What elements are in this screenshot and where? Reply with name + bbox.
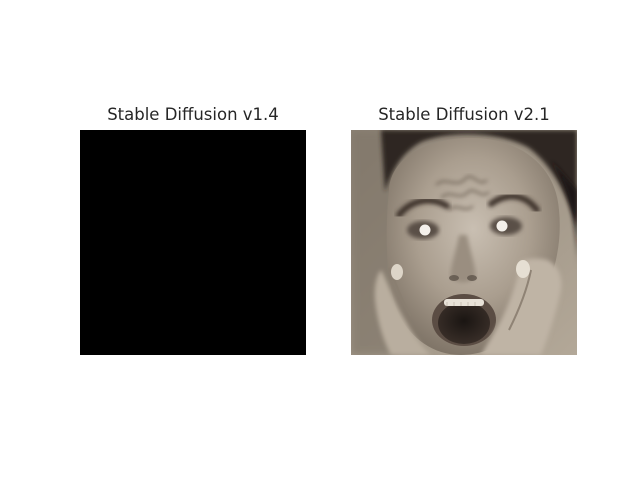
panel-sd-v2-1: Stable Diffusion v2.1 [351,103,577,355]
panel-title: Stable Diffusion v2.1 [378,105,550,124]
panel-sd-v1-4: Stable Diffusion v1.4 [80,103,306,355]
black-output-image [80,130,306,355]
screaming-face-illustration [351,130,577,355]
panel-title: Stable Diffusion v1.4 [107,105,279,124]
face-output-image [351,130,577,355]
